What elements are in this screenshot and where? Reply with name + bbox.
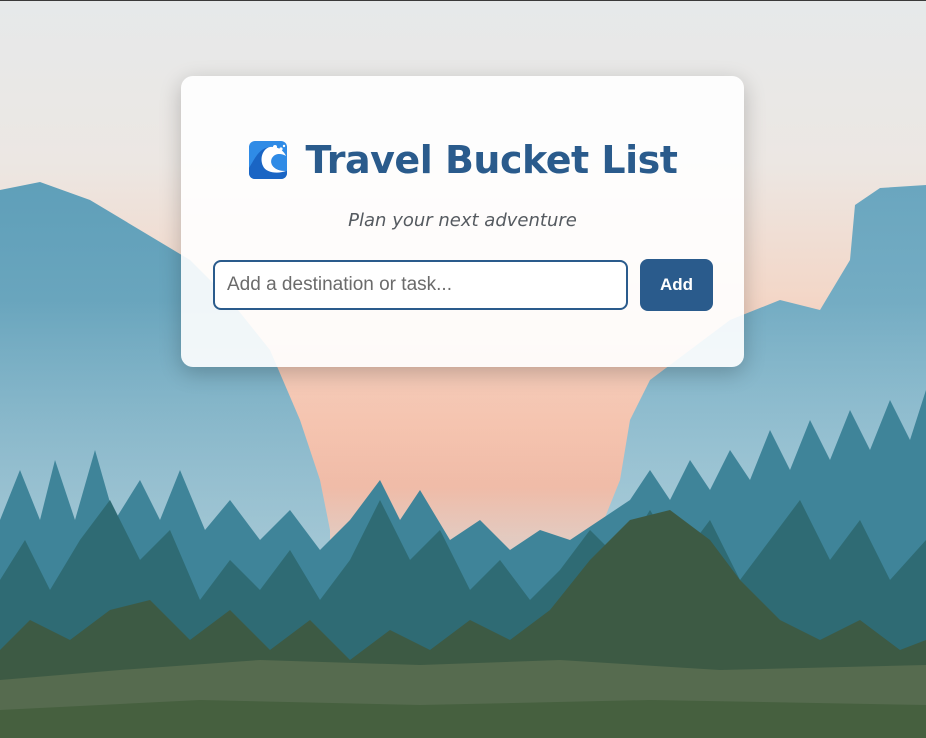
add-button[interactable]: Add <box>640 259 713 311</box>
add-item-form: Add <box>213 259 713 311</box>
water-wave-icon <box>248 140 288 180</box>
destination-input[interactable] <box>213 260 628 310</box>
bucket-list-card: Travel Bucket List Plan your next advent… <box>181 76 744 367</box>
window-top-border <box>0 0 926 1</box>
page-subtitle: Plan your next adventure <box>348 210 577 231</box>
page-title: Travel Bucket List <box>305 138 678 182</box>
title-row: Travel Bucket List <box>181 138 744 182</box>
